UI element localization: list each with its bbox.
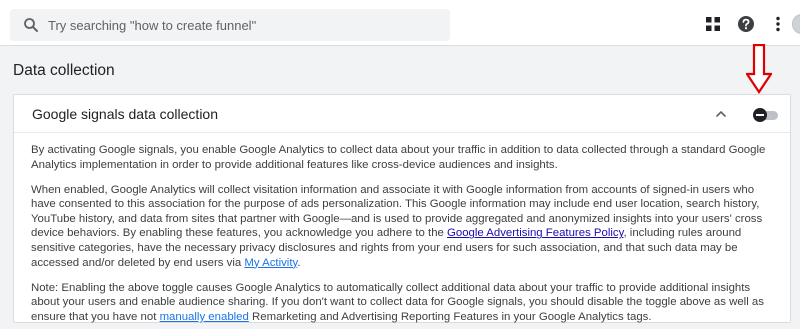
apps-grid-icon[interactable] [704, 15, 722, 33]
search-bar[interactable] [10, 9, 450, 41]
avatar[interactable] [792, 14, 800, 34]
more-vert-icon[interactable] [769, 15, 787, 33]
card-title: Google signals data collection [32, 106, 219, 122]
my-activity-link[interactable]: My Activity [244, 257, 297, 269]
description-paragraph-1: By activating Google signals, you enable… [31, 144, 766, 171]
advertising-features-policy-link[interactable]: Google Advertising Features Policy [447, 227, 623, 239]
google-signals-toggle[interactable] [753, 108, 779, 122]
search-input[interactable] [48, 9, 443, 41]
help-icon[interactable] [737, 15, 755, 33]
page-title: Data collection [13, 62, 115, 79]
paragraph-2-text-end: . [297, 256, 301, 269]
manually-enabled-link[interactable]: manually enabled [160, 311, 249, 323]
toggle-thumb [753, 108, 767, 122]
top-app-bar [0, 0, 800, 46]
card-body: By activating Google signals, you enable… [31, 143, 776, 329]
description-paragraph-2: When enabled, Google Analytics will coll… [31, 183, 776, 271]
google-signals-card: Google signals data collection By activa… [13, 94, 791, 323]
red-down-arrow-icon [746, 44, 772, 94]
paragraph-3-text-end: Remarketing and Advertising Reporting Fe… [248, 310, 652, 323]
search-icon [24, 18, 38, 32]
chevron-up-icon[interactable] [714, 107, 728, 121]
description-paragraph-3: Note: Enabling the above toggle causes G… [31, 281, 776, 325]
card-header[interactable]: Google signals data collection [14, 95, 790, 133]
